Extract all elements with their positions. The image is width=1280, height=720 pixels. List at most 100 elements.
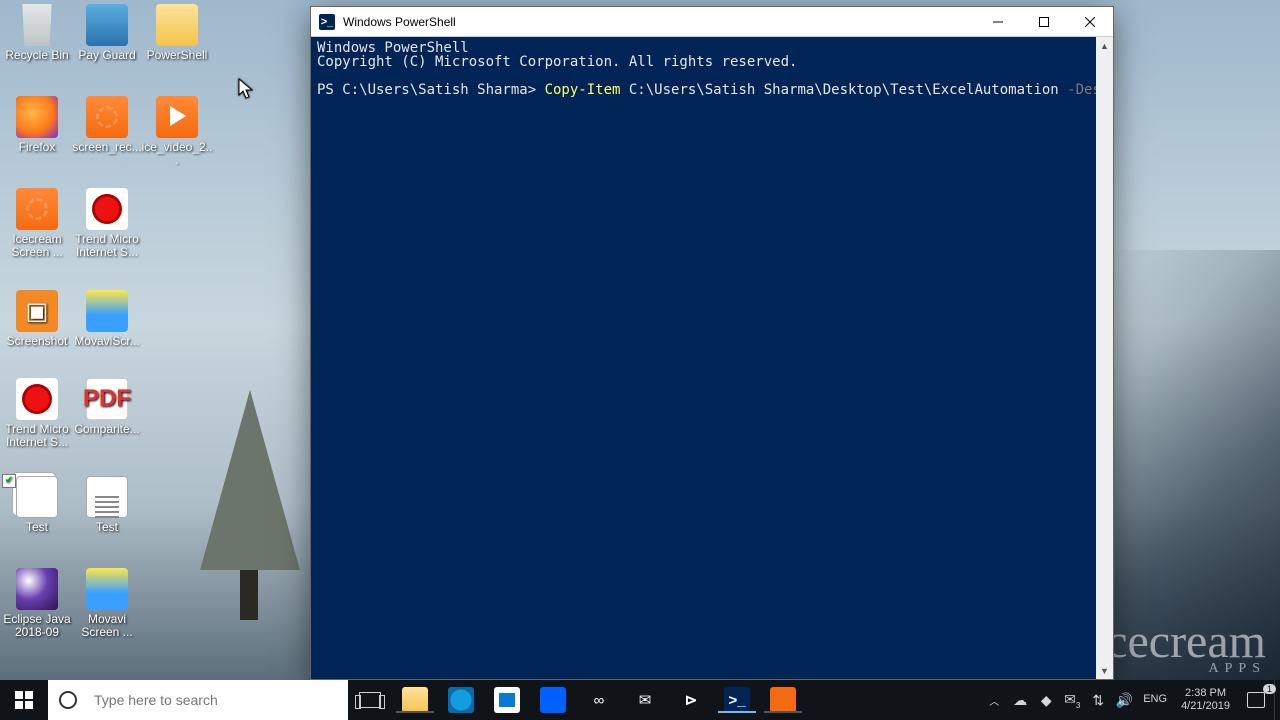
powershell-window[interactable]: >_ Windows PowerShell Windows PowerShell… [310,6,1114,680]
dropbox-icon [540,687,566,713]
title-bar[interactable]: >_ Windows PowerShell [311,7,1113,37]
search-box[interactable] [48,680,348,720]
taskbar-app-recorder[interactable] [760,687,806,713]
icon-label: Icecream Screen ... [0,233,74,259]
icon-label: screen_rec... [70,141,144,154]
action-center-button[interactable]: 1 [1238,692,1274,708]
camera-icon: ▣ [16,290,58,332]
notification-badge: 1 [1263,684,1276,694]
trendmicro-icon [16,378,58,420]
terminal-body[interactable]: Windows PowerShell Copyright (C) Microso… [311,37,1113,679]
textfile-icon [16,476,58,518]
icon-screenshot[interactable]: ▣ Screenshot [0,290,74,348]
taskbar-app-vscode[interactable]: ⊳ [668,687,714,713]
vscode-icon: ⊳ [678,687,704,713]
clock-time: 2:38 PM [1181,687,1230,700]
task-view-icon [359,692,381,708]
pdf-icon: PDF [86,378,128,420]
icon-label: ice_video_2... [140,141,214,167]
notification-icon [1247,692,1265,708]
icon-label: Firefox [0,141,74,154]
taskbar[interactable]: ∞ ✉ ⊳ >_ ︿ ☁ ◆ ✉3 ⇅ 🔊 ENG 2:38 PM 4/21/2… [0,680,1280,720]
icon-eclipse[interactable]: Eclipse Java 2018-09 [0,568,74,639]
taskbar-app-powershell[interactable]: >_ [714,687,760,713]
icon-label: PowerShell [140,49,214,62]
taskbar-app-edge[interactable] [438,687,484,713]
language-indicator[interactable]: ENG [1137,693,1173,706]
vertical-scrollbar[interactable]: ▲ ▼ [1096,37,1113,679]
terminal-line: Copyright (C) Microsoft Corporation. All… [317,54,797,70]
taskbar-app-dropbox[interactable] [530,687,576,713]
icon-label: Trend Micro Internet S... [0,423,74,449]
checkmark-icon: ✔ [2,474,16,488]
edge-icon [448,687,474,713]
icon-movavi-scr[interactable]: MovaviScr... [70,290,144,348]
cmdlet-name: Copy-Item [545,82,621,98]
maximize-button[interactable] [1021,7,1067,37]
icon-trend-micro[interactable]: Trend Micro Internet S... [70,188,144,259]
eclipse-icon [16,568,58,610]
icon-label: Eclipse Java 2018-09 [0,613,74,639]
powershell-icon: >_ [724,687,750,713]
taskbar-app-explorer[interactable] [392,687,438,713]
icon-label: Screenshot [0,335,74,348]
icon-label: Movavi Screen ... [70,613,144,639]
minimize-button[interactable] [975,7,1021,37]
cmd-arg: C:\Users\Satish Sharma\Desktop\Test\Exce… [620,82,1067,98]
tray-overflow-icon[interactable]: ︿ [981,693,1007,708]
clock-date: 4/21/2019 [1181,700,1230,713]
icon-pay-guard[interactable]: Pay Guard [70,4,144,62]
window-title: Windows PowerShell [343,15,456,29]
record-icon [16,188,58,230]
close-button[interactable] [1067,7,1113,37]
icon-label: Test [0,521,74,534]
icon-ice-video[interactable]: ice_video_2... [140,96,214,167]
icon-label: MovaviScr... [70,335,144,348]
folder-icon [156,4,198,46]
movavi-icon [86,290,128,332]
icon-recycle-bin[interactable]: Recycle Bin [0,4,74,62]
icon-label: Pay Guard [70,49,144,62]
icon-label: Comparite... [70,423,144,436]
volume-icon[interactable]: 🔊 [1111,692,1137,709]
icon-movavi-screen[interactable]: Movavi Screen ... [70,568,144,639]
icon-powershell-folder[interactable]: PowerShell [140,4,214,62]
cortana-icon[interactable] [48,680,88,720]
search-input[interactable] [88,680,348,720]
recycle-bin-icon [16,4,58,46]
shield-icon [86,4,128,46]
wifi-icon[interactable]: ⇅ [1085,692,1111,709]
folder-icon [402,687,428,713]
onedrive-icon[interactable]: ☁ [1007,692,1033,709]
dropbox-tray-icon[interactable]: ◆ [1033,692,1059,709]
scroll-up-icon[interactable]: ▲ [1096,37,1113,54]
icon-comparitech-pdf[interactable]: PDF Comparite... [70,378,144,436]
windows-icon [15,691,33,709]
scroll-track[interactable] [1096,54,1113,662]
icon-label: Trend Micro Internet S... [70,233,144,259]
taskbar-app-arduino[interactable]: ∞ [576,687,622,713]
scroll-down-icon[interactable]: ▼ [1096,662,1113,679]
icon-trend-micro-2[interactable]: Trend Micro Internet S... [0,378,74,449]
play-icon [156,96,198,138]
terminal-prompt: PS C:\Users\Satish Sharma> [317,82,545,98]
taskbar-app-store[interactable] [484,687,530,713]
mail-tray-icon[interactable]: ✉3 [1059,691,1085,710]
mail-icon: ✉ [632,687,658,713]
start-button[interactable] [0,680,48,720]
record-icon [86,96,128,138]
trendmicro-icon [86,188,128,230]
task-view-button[interactable] [348,680,392,720]
system-tray[interactable]: ︿ ☁ ◆ ✉3 ⇅ 🔊 ENG 2:38 PM 4/21/2019 1 [981,680,1280,720]
infinity-icon: ∞ [586,687,612,713]
icon-test-file-2[interactable]: Test [70,476,144,534]
icon-screen-rec[interactable]: screen_rec... [70,96,144,154]
clock[interactable]: 2:38 PM 4/21/2019 [1173,687,1238,713]
icon-test-file[interactable]: ✔ Test [0,476,74,534]
icon-label: Recycle Bin [0,49,74,62]
icon-icecream[interactable]: Icecream Screen ... [0,188,74,259]
taskbar-app-mail[interactable]: ✉ [622,687,668,713]
firefox-icon [16,96,58,138]
textfile-icon [86,476,128,518]
icon-firefox[interactable]: Firefox [0,96,74,154]
